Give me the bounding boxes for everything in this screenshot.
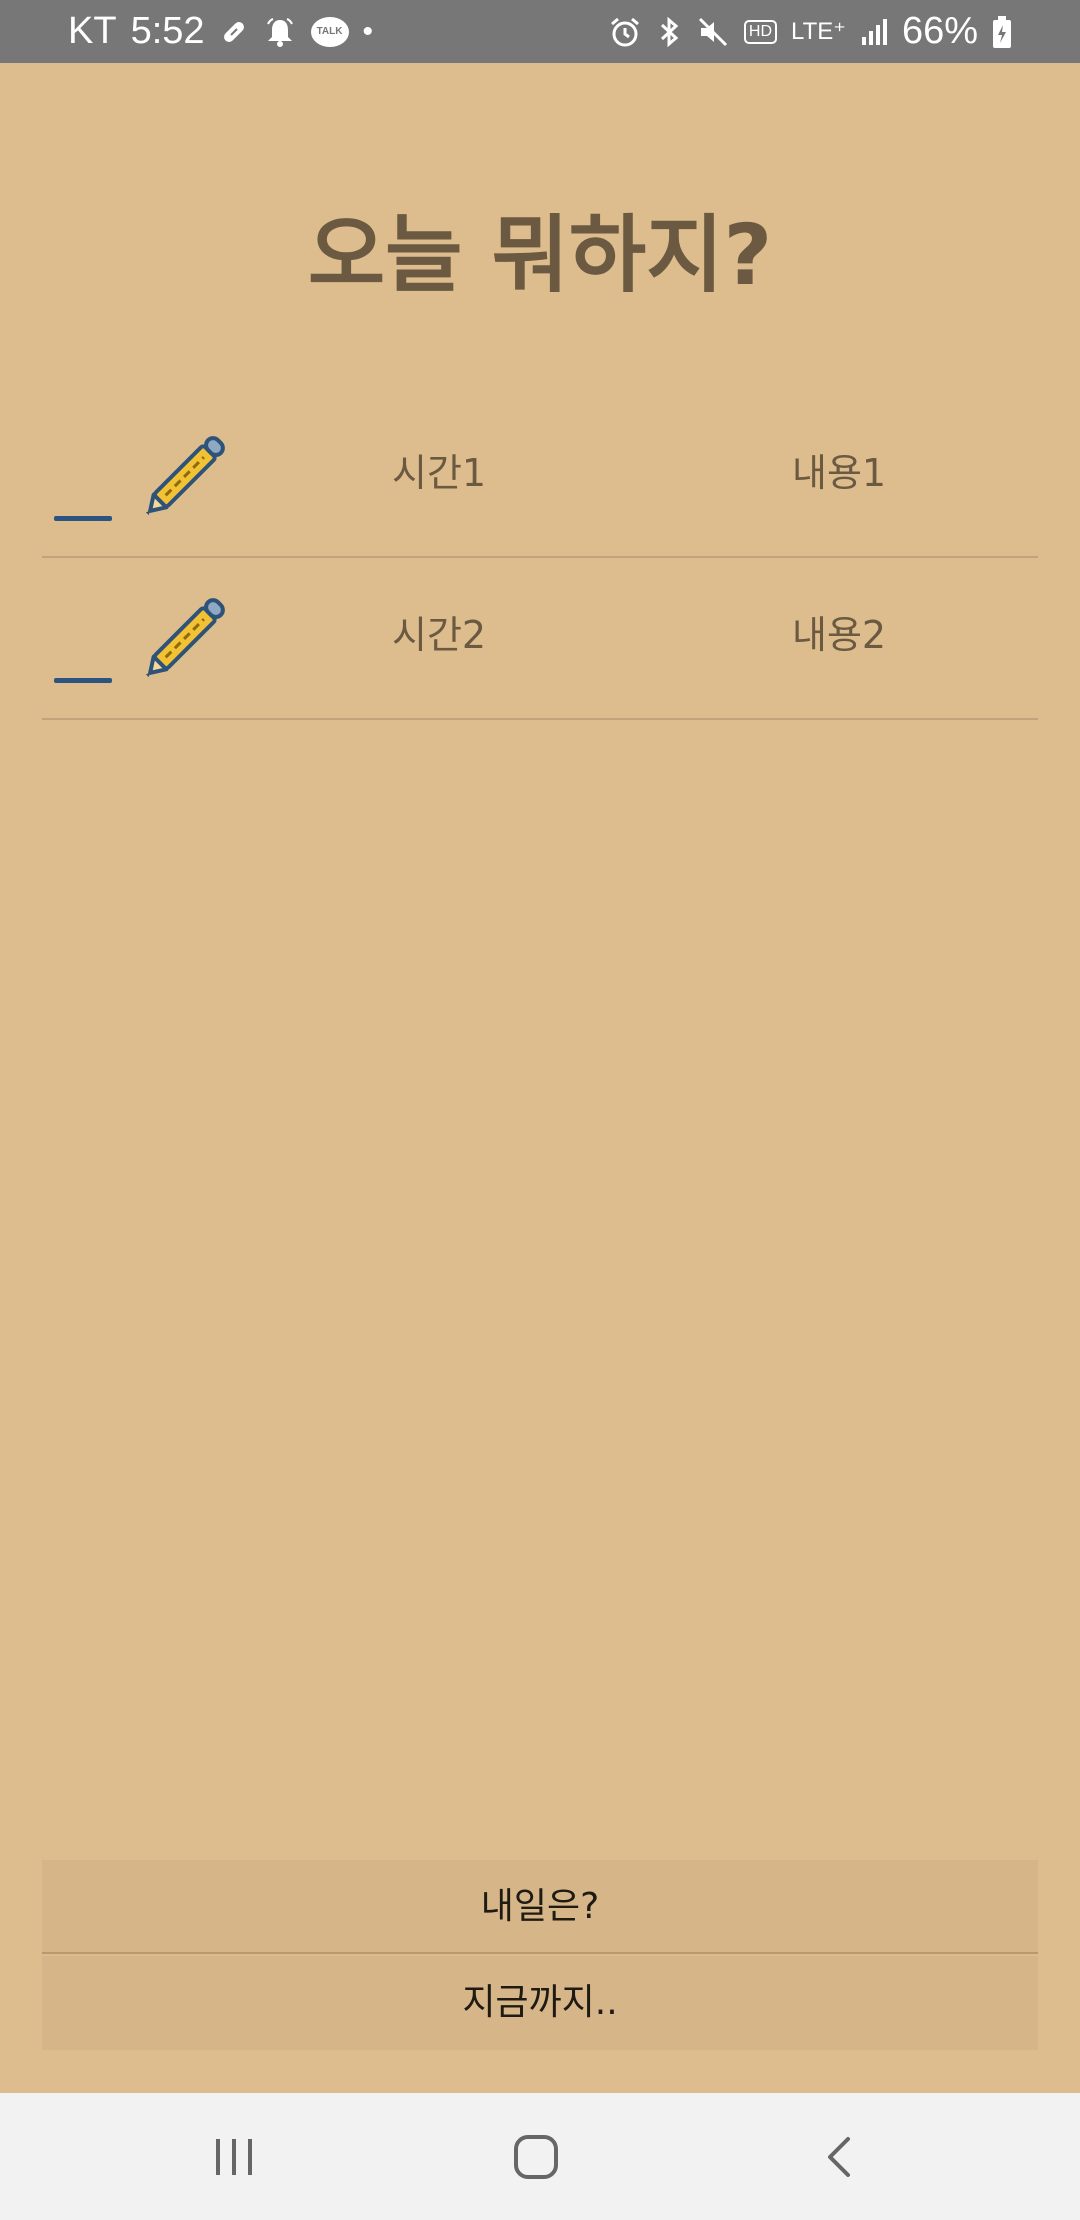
battery-charging-icon [992, 15, 1012, 49]
talk-badge-label: TALK [316, 26, 343, 37]
pencil-icon[interactable] [134, 582, 244, 686]
history-button[interactable]: 지금까지.. [42, 1956, 1038, 2050]
page-title: 오늘 뭐하지? [307, 206, 773, 304]
pencil-icon[interactable] [134, 420, 244, 524]
home-icon[interactable] [496, 2119, 576, 2195]
bluetooth-icon [656, 15, 682, 49]
carrier-label: KT [68, 10, 117, 52]
check-line-icon[interactable] [54, 516, 112, 521]
status-bar: KT 5:52 TALK • HD LTE⁺ 66% [0, 0, 1080, 63]
more-notifications-dot: • [362, 14, 374, 48]
status-bar-left: KT 5:52 TALK • [68, 10, 373, 53]
todo-row[interactable]: 시간2 내용2 [42, 558, 1038, 720]
clock: 5:52 [130, 10, 205, 52]
back-icon[interactable] [798, 2119, 878, 2195]
todo-content: 내용1 [792, 451, 887, 495]
todo-time: 시간2 [392, 613, 487, 657]
todo-time: 시간1 [392, 451, 487, 495]
pill-icon [219, 17, 249, 47]
recents-icon[interactable] [194, 2119, 274, 2195]
check-line-icon[interactable] [54, 678, 112, 683]
network-type: LTE⁺ [791, 18, 846, 45]
alarm-bell-icon [263, 16, 297, 48]
todo-row[interactable]: 시간1 내용1 [42, 396, 1038, 558]
mute-icon [696, 15, 730, 49]
todo-content: 내용2 [792, 613, 887, 657]
kakaotalk-icon: TALK [310, 16, 349, 47]
alarm-clock-icon [608, 15, 642, 49]
status-bar-right: HD LTE⁺ 66% [608, 10, 1012, 53]
signal-icon [860, 17, 888, 47]
navigation-bar [0, 2093, 1080, 2220]
tomorrow-button[interactable]: 내일은? [42, 1860, 1038, 1954]
hd-voice-badge: HD [743, 19, 778, 44]
todo-list: 시간1 내용1 시간2 내용2 [42, 396, 1038, 720]
battery-percentage: 66% [901, 10, 978, 52]
